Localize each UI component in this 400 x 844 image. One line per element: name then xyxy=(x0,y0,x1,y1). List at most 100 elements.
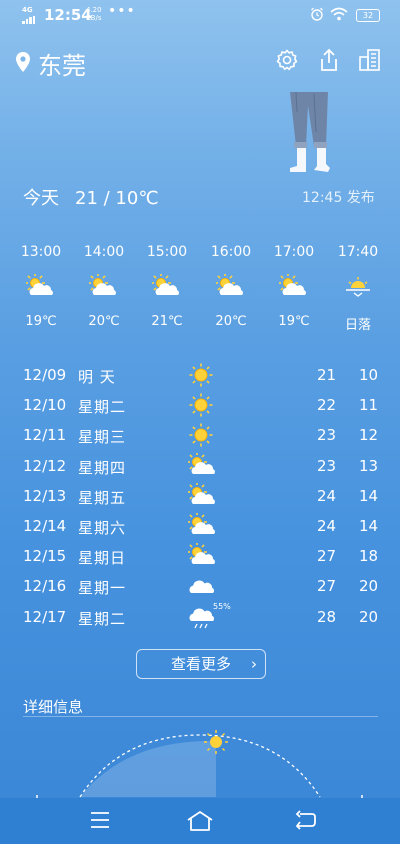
hour-temp: 19℃ xyxy=(25,314,57,329)
hourly-item: 17:40 日落 xyxy=(333,244,383,333)
day-low: 20 xyxy=(359,607,379,626)
day-date: 12/17 xyxy=(23,607,67,626)
network-speed: 4.20 KB/s xyxy=(86,6,102,22)
cloudy-icon xyxy=(188,573,218,601)
partly-cloudy-icon xyxy=(187,542,218,571)
daily-row[interactable]: 12/10 星期二 22 11 xyxy=(23,390,383,420)
hourly-item: 17:00 19℃ xyxy=(269,244,319,329)
more-notifications: ••• xyxy=(108,3,136,19)
settings-gear-icon[interactable] xyxy=(275,48,299,72)
menu-icon[interactable] xyxy=(90,810,110,830)
day-low: 11 xyxy=(359,396,379,415)
city-name[interactable]: 东莞 xyxy=(38,46,86,81)
home-icon[interactable] xyxy=(186,810,214,832)
hour-time: 16:00 xyxy=(210,244,252,260)
day-date: 12/10 xyxy=(23,396,67,415)
view-more-button[interactable]: 查看更多 › xyxy=(136,649,266,679)
city-manage-icon[interactable] xyxy=(358,48,382,72)
day-low: 10 xyxy=(359,366,379,384)
day-high: 21 xyxy=(317,366,337,384)
details-title: 详细信息 xyxy=(23,698,84,716)
hour-temp: 20℃ xyxy=(88,314,120,329)
daily-row[interactable]: 12/13 星期五 24 14 xyxy=(23,481,383,511)
partly-cloudy-icon xyxy=(187,451,218,481)
hour-time: 13:00 xyxy=(20,244,62,260)
sunny-icon xyxy=(188,392,214,422)
partly-cloudy-icon xyxy=(278,273,310,298)
sunny-icon xyxy=(188,422,214,452)
sunny-icon xyxy=(188,362,214,392)
day-high: 24 xyxy=(317,486,337,505)
day-date: 12/09 xyxy=(23,366,67,384)
daily-row[interactable]: 12/16 星期一 27 20 xyxy=(23,571,383,601)
hour-time: 17:40 xyxy=(337,244,379,260)
partly-cloudy-icon xyxy=(25,273,57,298)
day-date: 12/12 xyxy=(23,456,67,475)
day-low: 20 xyxy=(359,577,379,596)
hour-time: 17:00 xyxy=(273,244,315,260)
day-low: 13 xyxy=(359,456,379,475)
day-weekday: 星期三 xyxy=(78,428,127,447)
day-date: 12/16 xyxy=(23,577,67,596)
daily-row[interactable]: 12/15 星期日 27 18 xyxy=(23,541,383,571)
sun-path-chart xyxy=(36,730,363,798)
hour-temp: 21℃ xyxy=(151,314,183,329)
hour-temp: 日落 xyxy=(344,318,371,333)
partly-cloudy-icon xyxy=(187,512,218,541)
daily-row[interactable]: 12/17 星期二 55% 28 20 xyxy=(23,602,383,632)
partly-cloudy-icon xyxy=(151,273,183,298)
day-date: 12/11 xyxy=(23,426,67,445)
sunset-icon xyxy=(342,274,374,298)
today-temp-range: 21 / 10℃ xyxy=(75,188,159,209)
battery-icon: 32 xyxy=(356,9,380,22)
hour-temp: 20℃ xyxy=(215,314,247,329)
status-time: 12:54 xyxy=(44,6,92,24)
person-illustration xyxy=(290,92,330,172)
hour-time: 14:00 xyxy=(83,244,125,260)
back-icon[interactable] xyxy=(294,810,316,830)
day-high: 27 xyxy=(317,547,337,566)
day-weekday: 星期日 xyxy=(78,549,127,568)
share-icon[interactable] xyxy=(318,48,340,72)
hourly-item: 13:00 19℃ xyxy=(16,244,66,329)
day-low: 14 xyxy=(359,517,379,535)
day-date: 12/13 xyxy=(23,486,67,505)
hour-temp: 19℃ xyxy=(278,314,310,329)
partly-cloudy-icon xyxy=(187,481,218,511)
day-high: 24 xyxy=(317,517,337,535)
hourly-item: 15:00 21℃ xyxy=(142,244,192,329)
today-label: 今天 xyxy=(23,188,59,209)
day-date: 12/14 xyxy=(23,517,67,535)
wifi-icon xyxy=(330,7,348,21)
day-weekday: 星期二 xyxy=(78,609,127,628)
hourly-item: 16:00 20℃ xyxy=(206,244,256,329)
day-low: 14 xyxy=(359,486,379,505)
day-low: 12 xyxy=(359,426,379,445)
daily-row[interactable]: 12/09 明 天 21 10 xyxy=(23,360,383,390)
day-weekday: 明 天 xyxy=(78,368,116,386)
partly-cloudy-icon xyxy=(215,273,247,298)
publish-time: 12:45 发布 xyxy=(302,190,375,206)
day-high: 27 xyxy=(317,577,337,596)
daily-row[interactable]: 12/14 星期六 24 14 xyxy=(23,511,383,541)
precip-probability: 55% xyxy=(213,601,231,611)
day-high: 23 xyxy=(317,426,337,445)
day-weekday: 星期六 xyxy=(78,519,127,537)
divider xyxy=(23,716,378,717)
day-high: 22 xyxy=(317,396,337,415)
day-weekday: 星期二 xyxy=(78,398,127,417)
day-high: 23 xyxy=(317,456,337,475)
daily-row[interactable]: 12/12 星期四 23 13 xyxy=(23,451,383,481)
partly-cloudy-icon xyxy=(88,273,120,298)
day-date: 12/15 xyxy=(23,547,67,566)
hourly-item: 14:00 20℃ xyxy=(79,244,129,329)
daily-row[interactable]: 12/11 星期三 23 12 xyxy=(23,420,383,450)
day-weekday: 星期四 xyxy=(78,458,127,477)
location-pin-icon xyxy=(16,52,30,72)
today-summary: 今天 21 / 10℃ xyxy=(23,184,175,210)
hour-time: 15:00 xyxy=(146,244,188,260)
status-bar: 4G 12:54 4.20 KB/s ••• 32 xyxy=(0,0,400,32)
chevron-right-icon: › xyxy=(251,655,257,673)
alarm-icon xyxy=(311,7,323,21)
day-weekday: 星期五 xyxy=(78,488,127,507)
